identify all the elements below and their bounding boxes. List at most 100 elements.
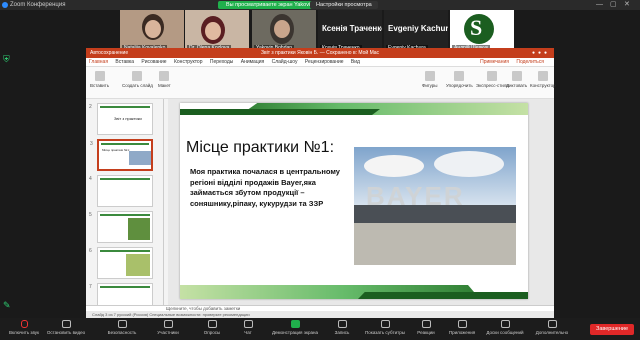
designer-button[interactable]: Конструктор — [530, 71, 556, 88]
stop-video-button[interactable]: Остановить видео — [44, 320, 88, 335]
tab-draw[interactable]: Рисование — [138, 58, 169, 67]
participant-tile[interactable]: Yakovin Bohdan — [252, 10, 316, 52]
polls-icon — [207, 320, 217, 328]
security-label: Безопасность — [107, 330, 137, 335]
participant-tile[interactable]: S Андрій Шевчук — [450, 10, 514, 52]
slide-thumbnail[interactable]: 3 Місце практики №1: — [90, 139, 153, 171]
more-button[interactable]: Дополнительно — [530, 320, 574, 335]
tab-slideshow[interactable]: Слайд-шоу — [269, 58, 301, 67]
tab-animation[interactable]: Анимация — [238, 58, 267, 67]
participant-tile[interactable]: Dr. Olena Kozlova — [185, 10, 249, 52]
security-button[interactable]: Безопасность — [100, 320, 144, 335]
maximize-icon[interactable]: ▢ — [610, 0, 617, 10]
paste-button[interactable]: Вставить — [90, 71, 109, 88]
thumb-photo — [126, 254, 150, 276]
participant-face — [274, 20, 290, 38]
unmute-label: Включить звук — [8, 330, 39, 335]
stop-video-label: Остановить видео — [46, 330, 86, 335]
slide-photo[interactable]: BAYER — [354, 147, 516, 265]
tab-transitions[interactable]: Переходы — [207, 58, 236, 67]
end-meeting-button[interactable]: Завершение — [590, 324, 634, 335]
chat-button[interactable]: Чат — [226, 320, 270, 335]
thumb-title: Звіт з практики — [114, 116, 142, 121]
unmute-button[interactable]: Включить звук — [6, 320, 42, 335]
record-button[interactable]: Запись — [320, 320, 364, 335]
quick-styles-button[interactable]: Экспресс-стили — [476, 71, 509, 88]
share-button[interactable]: Поделиться — [513, 58, 547, 67]
participants-button[interactable]: Участники — [146, 320, 190, 335]
thumb-bar — [101, 143, 149, 145]
arrange-icon — [454, 71, 465, 81]
tab-view[interactable]: Вид — [348, 58, 363, 67]
tab-design[interactable]: Конструктор — [171, 58, 206, 67]
new-slide-button[interactable]: Создать слайд — [122, 71, 153, 88]
record-label: Запись — [334, 330, 350, 335]
layout-button[interactable]: Макет — [158, 71, 171, 88]
shapes-label: Фигуры — [422, 83, 438, 88]
slide-thumbnail[interactable]: 5 — [89, 211, 153, 243]
arrange-button[interactable]: Упорядочить — [446, 71, 473, 88]
tab-review[interactable]: Рецензирование — [302, 58, 347, 67]
photo-ground — [354, 223, 516, 265]
tab-insert[interactable]: Вставка — [112, 58, 137, 67]
shield-icon: ⛨ — [3, 54, 10, 64]
layout-label: Макет — [158, 83, 171, 88]
more-label: Дополнительно — [535, 330, 569, 335]
document-title: Звіт з практики Яковін Б. — Сохранено в:… — [260, 50, 380, 56]
participant-face — [145, 20, 161, 38]
slide-title[interactable]: Місце практики №1: — [186, 139, 334, 157]
participants-icon — [163, 320, 173, 328]
share-screen-label: Демонстрация экрана — [272, 330, 318, 335]
zoom-toolbar: Включить звук Остановить видео Безопасно… — [0, 318, 640, 340]
captions-label: Показать субтитры — [365, 330, 405, 335]
quick-styles-label: Экспресс-стили — [476, 83, 509, 88]
thumb-bar — [100, 286, 150, 288]
captions-button[interactable]: Показать субтитры — [360, 320, 410, 335]
slide-thumbnail[interactable]: 2 Звіт з практики — [89, 103, 153, 135]
minimize-icon[interactable]: — — [596, 0, 603, 10]
thumb-number: 4 — [89, 176, 92, 182]
chat-icon — [243, 320, 253, 328]
quick-styles-icon — [487, 71, 498, 81]
shapes-button[interactable]: Фигуры — [422, 71, 438, 88]
dictate-label: Диктовать — [506, 83, 528, 88]
shield-icon — [117, 320, 127, 328]
participant-tile[interactable]: Evgeniy Kachura Evgeniy Kachura — [384, 10, 448, 52]
reactions-label: Реакции — [417, 330, 435, 335]
pencil-icon[interactable]: ✎ — [3, 300, 11, 311]
participant-tile[interactable]: Ксенія Траченко Ксенія Траченко — [318, 10, 382, 52]
thumb-bar — [100, 178, 150, 180]
thumb-number: 5 — [89, 212, 92, 218]
close-icon[interactable]: ✕ — [624, 0, 630, 10]
new-slide-icon — [132, 71, 143, 81]
bottom-swoosh-dark — [358, 292, 528, 299]
share-screen-button[interactable]: Демонстрация экрана — [268, 320, 322, 335]
record-icon — [337, 320, 347, 328]
current-slide[interactable]: Місце практики №1: Моя практика почалася… — [180, 103, 528, 299]
thumb-bar — [100, 250, 150, 252]
dictate-button[interactable]: Диктовать — [506, 71, 527, 88]
ppt-ribbon: Вставить Создать слайд Макет Фигуры Упор… — [86, 67, 556, 99]
participant-face — [205, 22, 221, 40]
autosave-label[interactable]: Автосохранение — [90, 48, 128, 58]
apps-button[interactable]: Приложения — [440, 320, 484, 335]
photo-cloud — [364, 155, 424, 177]
thumb-title: Місце практики №1: — [102, 148, 130, 152]
zoom-logo-icon — [2, 2, 8, 8]
view-settings-button[interactable]: Настройки просмотра — [310, 1, 378, 9]
arrange-label: Упорядочить — [446, 83, 473, 88]
ppt-title-bar: Автосохранение Звіт з практики Яковін Б.… — [86, 48, 554, 58]
chat-label: Чат — [244, 330, 252, 335]
menu-right: Примечания Поделиться — [474, 58, 550, 67]
window-controls-icon[interactable]: ●●● — [532, 48, 550, 58]
slide-thumbnail[interactable]: 4 — [89, 175, 153, 207]
participant-tile[interactable]: Nataliia Kovalenko — [120, 10, 184, 52]
apps-label: Приложения — [448, 330, 476, 335]
polls-label: Опросы — [203, 330, 221, 335]
comments-button[interactable]: Примечания — [477, 58, 512, 67]
whiteboards-button[interactable]: Доски сообщений — [480, 320, 530, 335]
slide-body-text[interactable]: Моя практика почалася в центральному рег… — [190, 167, 350, 209]
slide-thumbnail[interactable]: 6 — [89, 247, 153, 279]
thumb-bar — [100, 214, 150, 216]
slide-thumbnails-panel: 2 Звіт з практики 3 Місце практики №1: 4 5… — [86, 99, 164, 315]
